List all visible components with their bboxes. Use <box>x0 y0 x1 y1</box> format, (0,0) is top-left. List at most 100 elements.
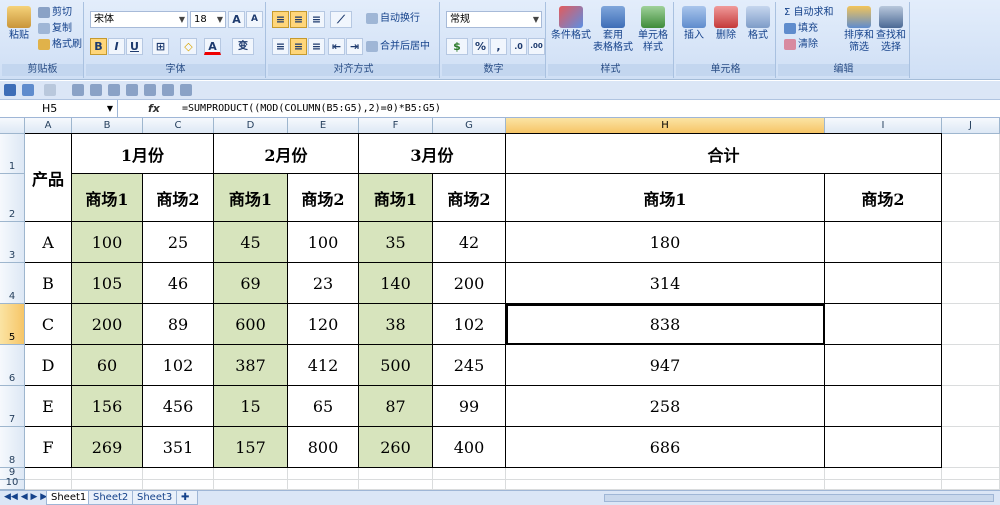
mall1-header-cell[interactable]: 商场1 <box>359 174 433 222</box>
active-cell[interactable]: 838 <box>506 304 825 345</box>
format-as-table-button[interactable]: 套用 表格格式 <box>592 6 634 54</box>
row-header-6[interactable]: 6 <box>0 345 25 386</box>
fill-color-button[interactable]: ◇ <box>180 38 197 55</box>
value-cell[interactable]: 42 <box>433 222 506 263</box>
month-header-cell[interactable]: 1月份 <box>72 134 214 174</box>
toolbar-tool-icon[interactable] <box>144 84 156 96</box>
value-cell[interactable]: 60 <box>72 345 143 386</box>
paste-button[interactable]: 粘贴 <box>6 6 32 42</box>
row-header-10[interactable]: 10 <box>0 477 25 490</box>
value-cell[interactable]: 102 <box>143 345 214 386</box>
tab-sheet1[interactable]: Sheet1 <box>46 491 92 505</box>
select-all-corner[interactable] <box>0 118 25 134</box>
row-header-7[interactable]: 7 <box>0 386 25 427</box>
value-cell[interactable]: 65 <box>288 386 359 427</box>
value-cell[interactable]: 99 <box>433 386 506 427</box>
merge-center-button[interactable]: 合并后居中 <box>366 40 430 54</box>
row-header-5[interactable]: 5 <box>0 304 25 345</box>
grid-cell[interactable] <box>359 480 433 490</box>
value-cell[interactable]: 400 <box>433 427 506 468</box>
undo-icon[interactable] <box>22 84 34 96</box>
clear-button[interactable]: 清除 <box>784 38 818 52</box>
align-top-button[interactable]: ≡ <box>272 11 289 28</box>
value-cell[interactable]: 200 <box>433 263 506 304</box>
insert-button[interactable]: 插入 <box>678 6 710 42</box>
value-cell[interactable]: 69 <box>214 263 288 304</box>
value-cell[interactable]: 500 <box>359 345 433 386</box>
fill-button[interactable]: 填充 <box>784 22 818 36</box>
grid-cell[interactable] <box>942 386 1000 427</box>
border-button[interactable]: ⊞ <box>152 38 169 55</box>
column-header-j[interactable]: J <box>942 118 1000 134</box>
grid-cell[interactable] <box>942 134 1000 174</box>
value-cell[interactable]: 200 <box>72 304 143 345</box>
product-cell[interactable]: A <box>25 222 72 263</box>
value-cell[interactable]: 38 <box>359 304 433 345</box>
column-header-a[interactable]: A <box>25 118 72 134</box>
value-cell[interactable]: 15 <box>214 386 288 427</box>
column-header-d[interactable]: D <box>214 118 288 134</box>
save-icon[interactable] <box>4 84 16 96</box>
product-cell[interactable]: B <box>25 263 72 304</box>
value-cell[interactable]: 46 <box>143 263 214 304</box>
value-cell[interactable]: 456 <box>143 386 214 427</box>
column-header-h[interactable]: H <box>506 118 825 134</box>
grid-cell[interactable] <box>288 468 359 480</box>
product-cell[interactable]: C <box>25 304 72 345</box>
grid-cell[interactable] <box>143 468 214 480</box>
decrease-indent-button[interactable]: ⇤ <box>328 38 345 55</box>
empty-cell[interactable] <box>825 304 942 345</box>
conditional-format-button[interactable]: 条件格式 <box>550 6 592 42</box>
grid-cell[interactable] <box>288 480 359 490</box>
month-header-cell[interactable]: 2月份 <box>214 134 359 174</box>
align-right-button[interactable]: ≡ <box>308 38 325 55</box>
column-header-i[interactable]: I <box>825 118 942 134</box>
value-cell[interactable]: 269 <box>72 427 143 468</box>
product-cell[interactable]: D <box>25 345 72 386</box>
format-button[interactable]: 格式 <box>742 6 774 42</box>
autosum-button[interactable]: Σ 自动求和 <box>784 6 834 20</box>
empty-cell[interactable] <box>825 222 942 263</box>
row-header-1[interactable]: 1 <box>0 134 25 174</box>
value-cell[interactable]: 23 <box>288 263 359 304</box>
value-cell[interactable]: 600 <box>214 304 288 345</box>
shrink-font-button[interactable]: A <box>246 11 263 28</box>
number-format-combo[interactable]: 常规 ▼ <box>446 11 542 28</box>
value-cell[interactable]: 100 <box>72 222 143 263</box>
total-mall1-header-cell[interactable]: 商场1 <box>506 174 825 222</box>
value-cell[interactable]: 105 <box>72 263 143 304</box>
column-header-b[interactable]: B <box>72 118 143 134</box>
grid-cell[interactable] <box>942 345 1000 386</box>
product-header-cell[interactable]: 产品 <box>25 134 72 222</box>
delete-button[interactable]: 删除 <box>710 6 742 42</box>
value-cell[interactable]: 156 <box>72 386 143 427</box>
grid-cell[interactable] <box>506 468 825 480</box>
grid-cell[interactable] <box>214 480 288 490</box>
empty-cell[interactable] <box>825 263 942 304</box>
value-cell[interactable]: 351 <box>143 427 214 468</box>
grid-cell[interactable] <box>942 468 1000 480</box>
grid-cell[interactable] <box>825 468 942 480</box>
sum-cell[interactable]: 686 <box>506 427 825 468</box>
grid-cell[interactable] <box>25 480 72 490</box>
empty-cell[interactable] <box>825 427 942 468</box>
align-middle-button[interactable]: ≡ <box>290 11 307 28</box>
horizontal-scrollbar[interactable] <box>604 494 994 502</box>
wrap-text-button[interactable]: 自动换行 <box>366 12 420 26</box>
mall2-header-cell[interactable]: 商场2 <box>433 174 506 222</box>
phonetic-button[interactable]: 变 <box>232 38 254 55</box>
mall1-header-cell[interactable]: 商场1 <box>214 174 288 222</box>
grid-cell[interactable] <box>942 480 1000 490</box>
column-header-g[interactable]: G <box>433 118 506 134</box>
value-cell[interactable]: 87 <box>359 386 433 427</box>
align-center-button[interactable]: ≡ <box>290 38 307 55</box>
grid-cell[interactable] <box>214 468 288 480</box>
grid-cell[interactable] <box>506 480 825 490</box>
product-cell[interactable]: F <box>25 427 72 468</box>
value-cell[interactable]: 120 <box>288 304 359 345</box>
increase-indent-button[interactable]: ⇥ <box>346 38 363 55</box>
redo-icon[interactable] <box>44 84 56 96</box>
row-header-4[interactable]: 4 <box>0 263 25 304</box>
sum-cell[interactable]: 314 <box>506 263 825 304</box>
currency-button[interactable]: $ <box>446 38 468 55</box>
